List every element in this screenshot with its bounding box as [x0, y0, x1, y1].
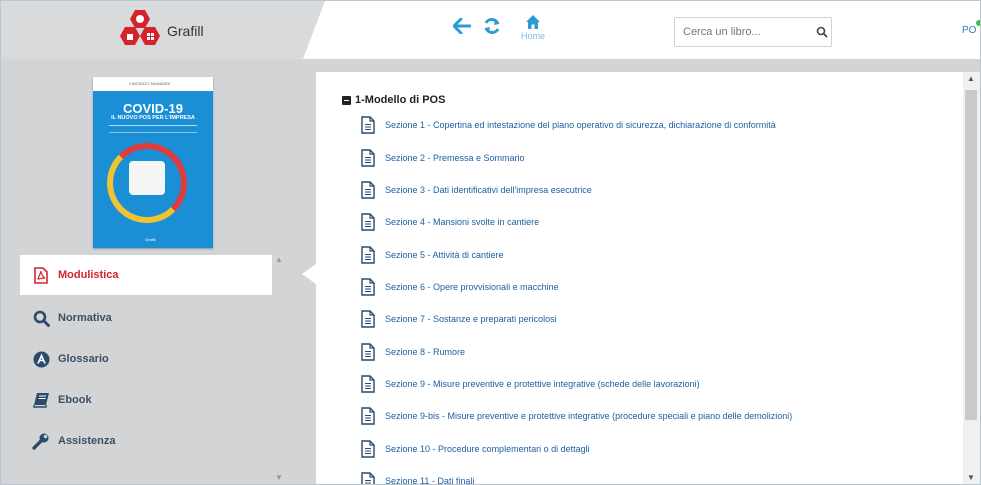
sidebar-item-label: Assistenza: [58, 435, 116, 447]
user-initials[interactable]: PO: [962, 25, 976, 36]
cover-title: COVID-19: [123, 101, 183, 116]
header-divider: [1, 59, 980, 69]
sidebar-item-glossario[interactable]: Glossario: [20, 339, 272, 379]
online-status-dot: [976, 20, 980, 26]
search-box: [674, 17, 832, 47]
home-icon: [526, 15, 540, 29]
logo-panel-edge: [303, 1, 325, 59]
document-icon: [361, 310, 375, 328]
home-label: Home: [520, 31, 545, 41]
list-item[interactable]: Sezione 9-bis - Misure preventive e prot…: [361, 404, 792, 428]
search-icon: [32, 309, 50, 327]
arrow-left-icon: [453, 18, 471, 34]
back-button[interactable]: [447, 11, 477, 41]
cover-illustration: [129, 161, 165, 195]
scroll-up-icon[interactable]: ▲: [967, 74, 975, 83]
scroll-up-icon[interactable]: ▲: [275, 255, 283, 264]
document-icon: [361, 213, 375, 231]
home-button[interactable]: Home: [513, 11, 553, 41]
document-icon: [361, 343, 375, 361]
sidebar-item-label: Ebook: [58, 394, 92, 406]
document-icon: [361, 181, 375, 199]
document-icon: [361, 278, 375, 296]
document-link[interactable]: Sezione 9-bis - Misure preventive e prot…: [385, 411, 792, 421]
list-item[interactable]: Sezione 9 - Misure preventive e protetti…: [361, 372, 700, 396]
content-scrollbar[interactable]: ▲ ▼: [963, 72, 980, 484]
logo[interactable]: Grafill: [117, 9, 204, 53]
app-window: Grafill Home PO VINCENZ: [0, 0, 981, 485]
search-icon[interactable]: [815, 25, 829, 39]
document-icon: [361, 149, 375, 167]
document-icon: [361, 375, 375, 393]
refresh-button[interactable]: [477, 11, 507, 41]
list-item[interactable]: Sezione 2 - Premessa e Sommario: [361, 146, 525, 170]
sidebar: VINCENZO MAINARDI COVID-19 IL NUOVO POS …: [1, 69, 303, 484]
glossary-icon: [32, 350, 50, 368]
list-item[interactable]: Sezione 6 - Opere provvisionali e macchi…: [361, 275, 559, 299]
section-title: 1-Modello di POS: [355, 94, 446, 106]
list-item[interactable]: Sezione 8 - Rumore: [361, 340, 465, 364]
document-link[interactable]: Sezione 3 - Dati identificativi dell'imp…: [385, 185, 592, 195]
cover-description-lines: [109, 125, 197, 133]
list-item[interactable]: Sezione 11 - Dati finali: [361, 469, 474, 484]
document-link[interactable]: Sezione 5 - Attività di cantiere: [385, 250, 504, 260]
document-link[interactable]: Sezione 10 - Procedure complementari o d…: [385, 444, 590, 454]
document-link[interactable]: Sezione 2 - Premessa e Sommario: [385, 153, 525, 163]
document-icon: [361, 407, 375, 425]
cover-subtitle: IL NUOVO POS PER L'IMPRESA: [111, 115, 195, 121]
scroll-thumb[interactable]: [965, 90, 977, 420]
document-link[interactable]: Sezione 4 - Mansioni svolte in cantiere: [385, 217, 539, 227]
document-icon: [361, 440, 375, 458]
search-input[interactable]: [675, 25, 805, 39]
document-link[interactable]: Sezione 7 - Sostanze e preparati pericol…: [385, 314, 557, 324]
grafill-logo-icon: [117, 9, 163, 53]
sidebar-item-label: Modulistica: [58, 269, 119, 281]
document-link[interactable]: Sezione 11 - Dati finali: [385, 476, 474, 484]
document-pdf-icon: [32, 266, 50, 284]
sidebar-item-normativa[interactable]: Normativa: [20, 298, 272, 338]
logo-text: Grafill: [167, 23, 204, 39]
sidebar-item-label: Glossario: [58, 353, 109, 365]
document-icon: [361, 246, 375, 264]
list-item[interactable]: Sezione 3 - Dati identificativi dell'imp…: [361, 178, 592, 202]
sidebar-item-label: Normativa: [58, 312, 112, 324]
nav-toolbar: Home: [447, 11, 553, 41]
sidebar-item-modulistica[interactable]: Modulistica: [20, 255, 272, 295]
refresh-icon: [484, 17, 500, 35]
list-item[interactable]: Sezione 5 - Attività di cantiere: [361, 243, 504, 267]
scroll-down-icon[interactable]: ▼: [275, 473, 283, 482]
list-item[interactable]: Sezione 10 - Procedure complementari o d…: [361, 437, 590, 461]
list-item[interactable]: Sezione 1 - Copertina ed intestazione de…: [361, 113, 776, 137]
list-item[interactable]: Sezione 7 - Sostanze e preparati pericol…: [361, 307, 557, 331]
document-icon: [361, 116, 375, 134]
document-link[interactable]: Sezione 1 - Copertina ed intestazione de…: [385, 120, 776, 130]
book-cover[interactable]: VINCENZO MAINARDI COVID-19 IL NUOVO POS …: [93, 77, 213, 248]
collapse-icon[interactable]: [342, 95, 351, 105]
book-icon: [32, 391, 50, 409]
document-link[interactable]: Sezione 8 - Rumore: [385, 347, 465, 357]
tree-node-modello-pos[interactable]: 1-Modello di POS: [342, 94, 445, 106]
content-panel: 1-Modello di POS Sezione 1 - Copertina e…: [316, 72, 963, 484]
scroll-down-icon[interactable]: ▼: [967, 473, 975, 482]
sidebar-item-ebook[interactable]: Ebook: [20, 380, 272, 420]
document-icon: [361, 472, 375, 484]
active-item-pointer: [302, 264, 316, 284]
document-link[interactable]: Sezione 9 - Misure preventive e protetti…: [385, 379, 700, 389]
cover-publisher: Grafill: [145, 237, 156, 242]
top-bar: Grafill Home PO: [1, 1, 980, 59]
document-link[interactable]: Sezione 6 - Opere provvisionali e macchi…: [385, 282, 559, 292]
wrench-icon: [32, 432, 50, 450]
list-item[interactable]: Sezione 4 - Mansioni svolte in cantiere: [361, 210, 539, 234]
sidebar-scrollbar[interactable]: ▲ ▼: [273, 255, 283, 484]
cover-author: VINCENZO MAINARDI: [129, 81, 171, 86]
sidebar-item-assistenza[interactable]: Assistenza: [20, 421, 272, 461]
sidebar-menu: Modulistica Normativa Glossario Ebook As…: [1, 255, 291, 484]
